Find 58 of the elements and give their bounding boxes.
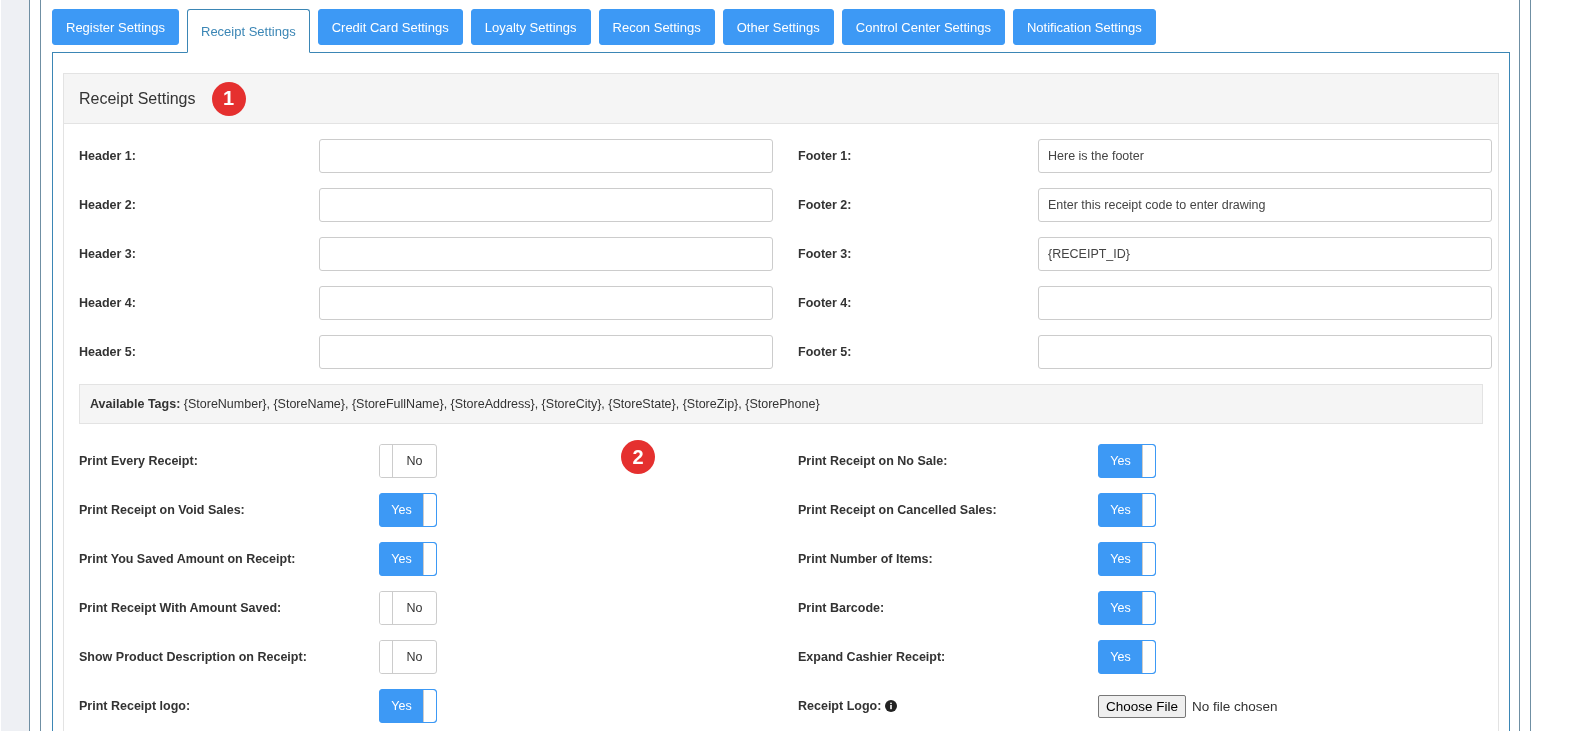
field-label: Footer 3: [798,247,853,261]
option-label: Print Every Receipt: [79,454,198,468]
option-label: Print You Saved Amount on Receipt: [79,552,296,566]
file-status: No file chosen [1192,698,1278,714]
tags-note: Available Tags: {StoreNumber}, {StoreName}, {StoreFullName}, {StoreAddress}, {StoreCity}, {StoreState}, {StoreZip}, {StorePhone} [79,384,1483,424]
option-label: Print Receipt on No Sale: [798,454,948,468]
toggle-switch[interactable]: No [379,444,437,478]
input-field[interactable]: Enter this receipt code to enter drawing [1038,188,1492,222]
option-label: Print Receipt logo: [79,699,191,713]
option-label: Print Barcode: [798,601,885,615]
input-field[interactable] [1038,335,1492,369]
settings-tab[interactable]: Control Center Settings [841,9,1005,45]
toggle-switch[interactable]: Yes [1098,591,1156,625]
option-label: Print Receipt on Void Sales: [79,503,245,517]
field-label: Header 4: [79,296,137,310]
field-label: Footer 4: [798,296,853,310]
input-field[interactable] [319,237,773,271]
field-label: Footer 5: [798,345,853,359]
settings-tab[interactable]: Receipt Settings [187,9,310,53]
toggle-switch[interactable]: Yes [1098,640,1156,674]
input-field[interactable] [1038,286,1492,320]
settings-tab[interactable]: Recon Settings [598,9,715,45]
option-label: Print Receipt on Cancelled Sales: [798,503,997,517]
toggle-switch[interactable]: Yes [1098,493,1156,527]
input-field[interactable]: {RECEIPT_ID} [1038,237,1492,271]
toggle-switch[interactable]: Yes [1098,542,1156,576]
annotation-marker: 2 [621,440,655,474]
toggle-switch[interactable]: No [379,591,437,625]
input-field[interactable] [319,139,773,173]
field-label: Header 5: [79,345,137,359]
option-label: Receipt Logo: [798,699,882,713]
annotation-marker: 1 [211,81,246,116]
toggle-switch[interactable]: Yes [379,689,437,723]
settings-tab[interactable]: Loyalty Settings [470,9,591,45]
toggle-switch[interactable]: Yes [379,542,437,576]
input-field[interactable] [319,286,773,320]
settings-tab[interactable]: Credit Card Settings [317,9,463,45]
option-label: Print Number of Items: [798,552,933,566]
input-field[interactable] [319,188,773,222]
field-label: Footer 1: [798,149,853,163]
field-label: Header 2: [79,198,137,212]
choose-file-button[interactable]: Choose File [1098,694,1187,718]
input-field[interactable] [319,335,773,369]
settings-tab[interactable]: Register Settings [52,9,179,45]
info-icon [885,700,898,712]
settings-tab[interactable]: Notification Settings [1012,9,1156,45]
option-label: Show Product Description on Receipt: [79,650,307,664]
field-label: Footer 2: [798,198,853,212]
option-label: Print Receipt With Amount Saved: [79,601,282,615]
input-field[interactable]: Here is the footer [1038,139,1492,173]
field-label: Header 1: [79,149,137,163]
toggle-switch[interactable]: Yes [1098,444,1156,478]
card-title: Receipt Settings [79,89,196,108]
option-label: Expand Cashier Receipt: [798,650,946,664]
toggle-switch[interactable]: No [379,640,437,674]
settings-tab[interactable]: Other Settings [722,9,834,45]
field-label: Header 3: [79,247,137,261]
toggle-switch[interactable]: Yes [379,493,437,527]
